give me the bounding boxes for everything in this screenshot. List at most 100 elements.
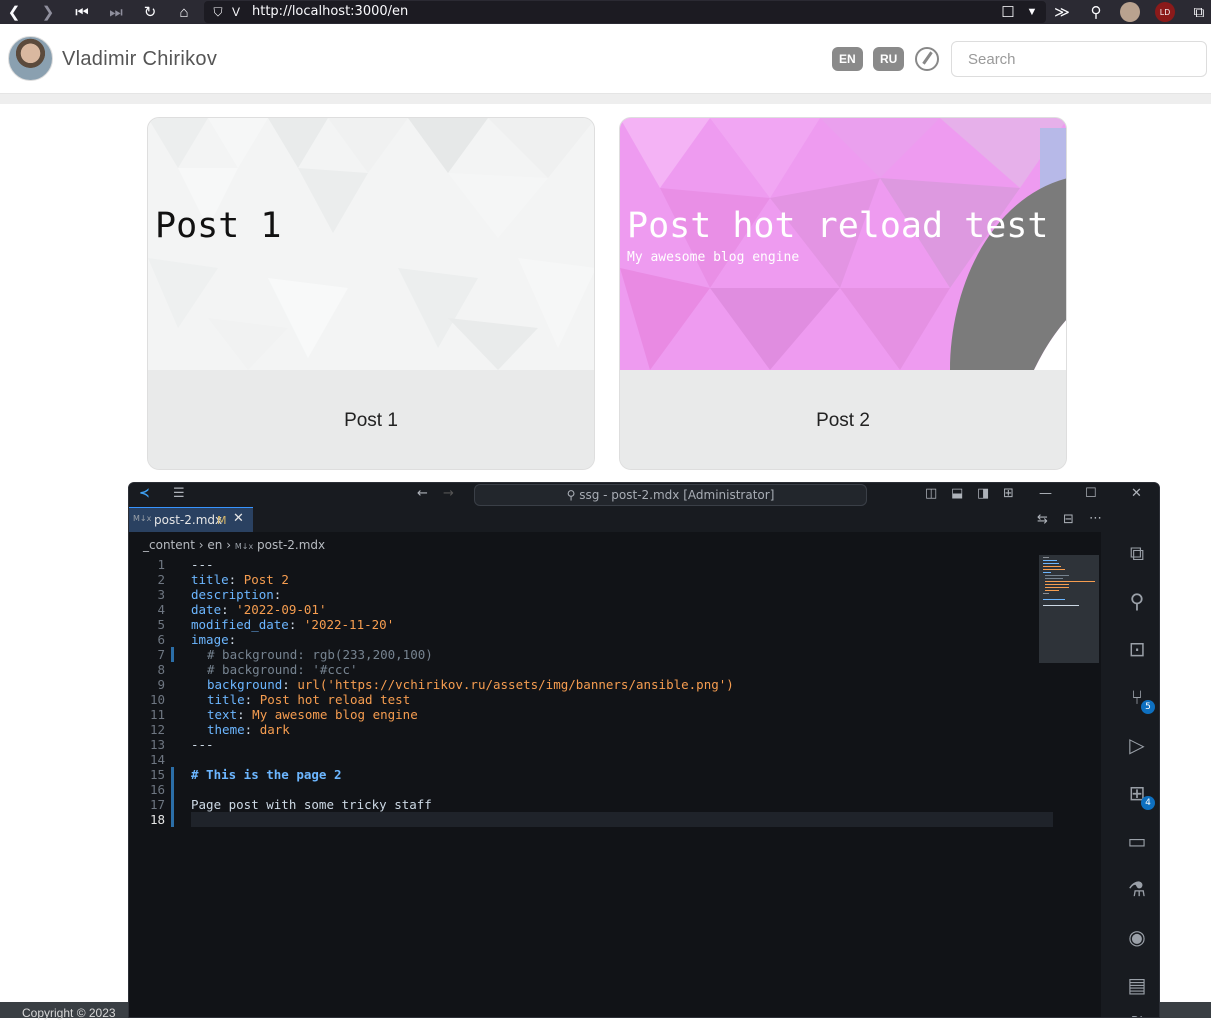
- url-text: http://localhost:3000/en: [252, 4, 409, 19]
- testing-flask-icon[interactable]: ⚗: [1123, 875, 1151, 903]
- line-number: 3: [157, 587, 165, 602]
- menu-icon[interactable]: ☰: [173, 486, 185, 501]
- toggle-secondary-sidebar-icon[interactable]: ◨: [977, 486, 989, 501]
- breadcrumb-item[interactable]: en: [207, 538, 222, 552]
- shield-icon: ⛉: [213, 4, 223, 19]
- forward-icon[interactable]: ❯: [38, 2, 58, 22]
- code-line: description:: [191, 587, 282, 602]
- source-control-icon[interactable]: ⑂ 5: [1123, 683, 1155, 714]
- banner-title: Post 1: [155, 206, 282, 246]
- code-line: ---: [191, 557, 214, 572]
- address-bar[interactable]: ⛉ V http://localhost:3000/en: [204, 1, 1046, 23]
- line-number: 18: [149, 812, 165, 827]
- bookmark-icon[interactable]: ☐: [998, 2, 1018, 22]
- line-number: 14: [149, 752, 165, 767]
- toggle-sidebar-icon[interactable]: ◫: [925, 486, 937, 501]
- github-icon[interactable]: ◉: [1123, 923, 1151, 951]
- line-number: 9: [157, 677, 165, 692]
- search-icon[interactable]: ⚲: [1086, 2, 1106, 22]
- extension-icon[interactable]: LD: [1155, 2, 1175, 22]
- breadcrumb-item[interactable]: post-2.mdx: [257, 538, 325, 552]
- mdx-file-icon: M↓x: [133, 514, 152, 523]
- terminal-icon[interactable]: ⊡: [1123, 635, 1151, 663]
- extensions-badge: 4: [1141, 796, 1155, 810]
- folders-icon[interactable]: ▤: [1123, 971, 1151, 999]
- line-number: 12: [149, 722, 165, 737]
- post-card-2[interactable]: Post hot reload test My awesome blog eng…: [619, 117, 1067, 470]
- breadcrumb: _content › en › M↓x post-2.mdx: [143, 538, 325, 552]
- skip-forward-icon[interactable]: ⏭: [106, 2, 126, 22]
- lang-en-button[interactable]: EN: [832, 47, 863, 71]
- extensions-icon[interactable]: ⊞ 4: [1123, 779, 1155, 810]
- site-header: Vladimir Chirikov EN RU: [0, 24, 1211, 94]
- skip-back-icon[interactable]: ⏮: [72, 2, 92, 22]
- back-icon[interactable]: ❮: [4, 2, 24, 22]
- tab-post-2-mdx[interactable]: M↓x post-2.mdx M ✕: [129, 507, 253, 532]
- line-number: 11: [149, 707, 165, 722]
- line-number: 13: [149, 737, 165, 752]
- line-number: 6: [157, 632, 165, 647]
- line-number: 4: [157, 602, 165, 617]
- minimap[interactable]: [1039, 555, 1099, 663]
- source-control-badge: 5: [1141, 700, 1155, 714]
- code-editor[interactable]: 1 2 3 4 5 6 7 8 9 10 11 12 13 14 15 16 1…: [129, 557, 1053, 1017]
- code-line: title: Post 2: [191, 572, 289, 587]
- nav-back-icon[interactable]: ←: [417, 486, 428, 501]
- search-icon[interactable]: ⚲: [1123, 587, 1151, 615]
- code-line: modified_date: '2022-11-20': [191, 617, 395, 632]
- breadcrumb-item[interactable]: _content: [143, 538, 195, 552]
- post-card-1[interactable]: Post 1 Post 1: [147, 117, 595, 470]
- current-line-highlight: [191, 812, 1053, 827]
- explorer-icon[interactable]: ⧉: [1123, 539, 1151, 567]
- line-number: 15: [149, 767, 165, 782]
- gutter-modified-marker: [171, 647, 174, 662]
- minimize-icon[interactable]: —: [1039, 486, 1052, 501]
- dropdown-icon[interactable]: ▼: [1022, 2, 1042, 22]
- line-number: 7: [157, 647, 165, 662]
- minimap-content: [1043, 557, 1095, 606]
- header-divider: [0, 94, 1211, 104]
- activity-bar: ⧉ ⚲ ⊡ ⑂5 ▷ ⊞4 ▭ ⚗ ◉ ▤ RJ: [1101, 507, 1159, 1017]
- tab-close-icon[interactable]: ✕: [233, 511, 244, 526]
- vscode-logo-icon: ≺: [139, 486, 150, 501]
- avatar[interactable]: [8, 36, 53, 81]
- code-line: text: My awesome blog engine: [207, 707, 418, 722]
- code-line: theme: dark: [207, 722, 290, 737]
- open-preview-icon[interactable]: ⊟: [1063, 512, 1074, 527]
- code-line: image:: [191, 632, 237, 647]
- lang-ru-button[interactable]: RU: [873, 47, 905, 71]
- post-card-title[interactable]: Post 2: [620, 370, 1066, 469]
- extensions-puzzle-icon[interactable]: ⧉: [1189, 2, 1209, 22]
- tab-label: post-2.mdx: [154, 513, 223, 527]
- code-line: # background: rgb(233,200,100): [207, 647, 433, 662]
- profile-avatar-icon[interactable]: [1120, 2, 1140, 22]
- account-label[interactable]: RJ: [1123, 1007, 1151, 1017]
- code-line: background: url('https://vchirikov.ru/as…: [207, 677, 734, 692]
- site-name[interactable]: Vladimir Chirikov: [62, 48, 217, 71]
- code-line: date: '2022-09-01': [191, 602, 327, 617]
- command-center[interactable]: ⚲ ssg - post-2.mdx [Administrator]: [474, 484, 867, 506]
- post-card-title[interactable]: Post 1: [148, 370, 594, 469]
- remote-explorer-icon[interactable]: ▭: [1123, 827, 1151, 855]
- customize-layout-icon[interactable]: ⊞: [1003, 486, 1014, 501]
- compare-icon[interactable]: ⇆: [1037, 512, 1048, 527]
- code-line: ---: [191, 737, 214, 752]
- browser-toolbar: ❮ ❯ ⏮ ⏭ ↻ ⌂ ⛉ V http://localhost:3000/en…: [0, 0, 1211, 24]
- theme-toggle-icon[interactable]: [915, 47, 939, 71]
- vscode-window: ≺ ☰ ← → ⚲ ssg - post-2.mdx [Administrato…: [128, 482, 1160, 1018]
- maximize-icon[interactable]: ☐: [1085, 486, 1097, 501]
- toggle-panel-icon[interactable]: ⬓: [951, 486, 963, 501]
- chevron-right-icon: ›: [226, 538, 235, 552]
- v-icon: V: [231, 5, 240, 19]
- close-window-icon[interactable]: ✕: [1131, 486, 1142, 501]
- vscode-titlebar: ≺ ☰ ← → ⚲ ssg - post-2.mdx [Administrato…: [129, 483, 1159, 507]
- line-number: 5: [157, 617, 165, 632]
- home-icon[interactable]: ⌂: [174, 2, 194, 22]
- run-debug-icon[interactable]: ▷: [1123, 731, 1151, 759]
- terminal-icon[interactable]: ≫: [1052, 2, 1072, 22]
- search-input[interactable]: [951, 41, 1207, 77]
- reload-icon[interactable]: ↻: [140, 2, 160, 22]
- gutter-modified-marker: [171, 767, 174, 827]
- window-title: ssg - post-2.mdx [Administrator]: [579, 488, 775, 502]
- nav-forward-icon[interactable]: →: [443, 486, 454, 501]
